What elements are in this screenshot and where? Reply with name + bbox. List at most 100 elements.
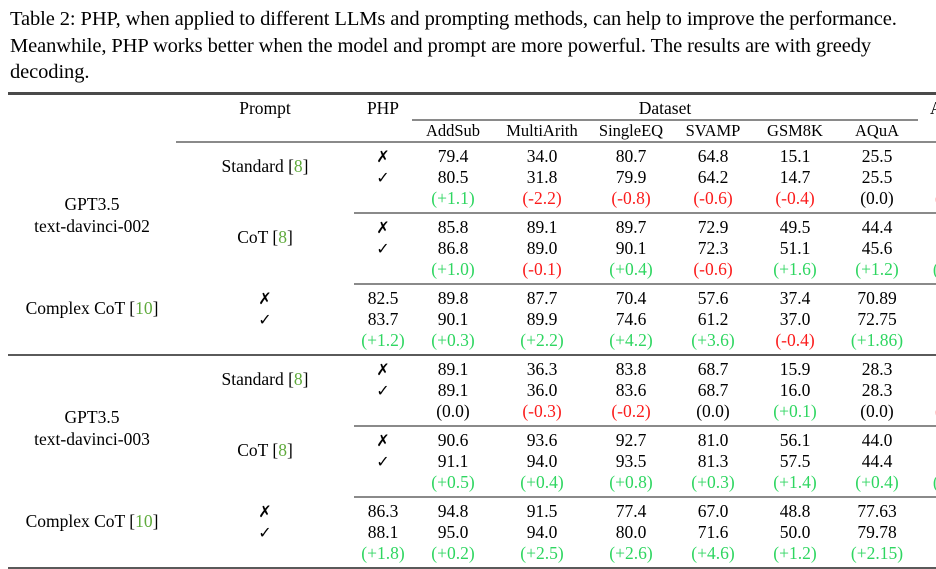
bottomrule — [8, 566, 936, 569]
baseline-value: 87.7 — [526, 287, 558, 308]
php-value: 94.0 — [526, 521, 558, 542]
table-figure: Table 2: PHP, when applied to different … — [0, 0, 936, 569]
citation-number[interactable]: 8 — [294, 369, 303, 389]
delta-value: (+0.4) — [520, 471, 564, 492]
header-dataset-group: Dataset — [638, 97, 692, 118]
php-value: 31.8 — [526, 166, 558, 187]
baseline-average: 71.89 — [918, 217, 936, 238]
php-average: 79.78 — [857, 521, 897, 542]
delta-value: (-0.1) — [522, 258, 562, 279]
baseline-value: 80.7 — [615, 145, 647, 166]
php-value: 64.2 — [697, 166, 729, 187]
model-label: GPT3.5 text-davinci-002 — [8, 146, 176, 285]
php-average: 49.43 — [918, 167, 936, 188]
delta-value: (+0.8) — [609, 471, 653, 492]
delta-value: (+1.2) — [361, 329, 405, 350]
prompt-label: CoT [8] — [237, 227, 293, 247]
baseline-value: 48.8 — [779, 500, 811, 521]
citation-number[interactable]: 10 — [135, 511, 153, 531]
php-average: 72.48 — [918, 238, 936, 259]
prompt-label: Standard [8] — [221, 156, 309, 176]
delta-value: (0.0) — [436, 400, 470, 421]
php-value: 89.9 — [526, 308, 558, 329]
check-icon: ✓ — [376, 380, 390, 400]
cross-icon: ✗ — [376, 217, 390, 237]
php-value: 72.3 — [697, 237, 729, 258]
table-row: (+1.2) (+0.3) (+2.2) (+4.2) (+3.6) (-0.4) (+1.… — [8, 330, 936, 351]
delta-average: (+0.59) — [918, 259, 936, 280]
delta-value: (+4.2) — [609, 329, 653, 350]
php-value: 86.8 — [437, 237, 469, 258]
baseline-value: 34.0 — [526, 145, 558, 166]
delta-average: (+1.86) — [850, 329, 904, 350]
baseline-average: 77.63 — [857, 500, 897, 521]
php-value: 25.5 — [861, 166, 893, 187]
php-on-icon: ✓ — [354, 451, 412, 472]
baseline-value: 93.6 — [526, 429, 558, 450]
header-dataset-singleeq: SingleEQ — [598, 120, 664, 140]
results-table: Prompt PHP Dataset Average AddSub MultiArith S… — [8, 91, 936, 569]
delta-value: (+2.5) — [520, 542, 564, 563]
delta-value: (0.0) — [860, 187, 894, 208]
php-value: 80.5 — [437, 166, 469, 187]
delta-value: (-0.6) — [693, 258, 733, 279]
header-model-blank2 — [8, 121, 176, 141]
baseline-value: 72.9 — [697, 216, 729, 237]
delta-average: (+0.63) — [918, 472, 936, 493]
cross-icon: ✗ — [376, 430, 390, 450]
delta-value: (+0.4) — [609, 258, 653, 279]
php-off-icon: ✗ — [176, 288, 354, 309]
php-on-icon: ✓ — [354, 167, 412, 188]
php-value: 71.6 — [697, 521, 729, 542]
delta-value: (-0.2) — [611, 400, 651, 421]
delta-value: (+1.2) — [855, 258, 899, 279]
citation-number[interactable]: 8 — [294, 156, 303, 176]
baseline-value: 37.4 — [779, 287, 811, 308]
baseline-value: 77.4 — [615, 500, 647, 521]
delta-value: (+0.1) — [773, 400, 817, 421]
baseline-value: 79.4 — [437, 145, 469, 166]
baseline-average: 76.33 — [918, 430, 936, 451]
baseline-value: 70.4 — [615, 287, 647, 308]
baseline-value: 85.8 — [437, 216, 469, 237]
php-off-icon: ✗ — [354, 146, 412, 167]
citation-number[interactable]: 10 — [135, 298, 153, 318]
php-value: 68.7 — [697, 379, 729, 400]
delta-value: (+1.6) — [773, 258, 817, 279]
check-icon: ✓ — [258, 522, 272, 542]
delta-value: (-0.3) — [522, 400, 562, 421]
php-on-icon: ✓ — [354, 238, 412, 259]
model-name-line1: GPT3.5 — [64, 407, 120, 427]
citation-number[interactable]: 8 — [278, 440, 287, 460]
php-on-icon: ✓ — [176, 522, 354, 543]
delta-value: (-0.4) — [775, 329, 815, 350]
delta-average: (-0.07) — [918, 401, 936, 422]
check-icon: ✓ — [376, 167, 390, 187]
php-value: 28.3 — [861, 379, 893, 400]
php-average: 76.96 — [918, 451, 936, 472]
bottomrule-row — [8, 566, 936, 569]
citation-number[interactable]: 8 — [278, 227, 287, 247]
baseline-value: 56.1 — [779, 429, 811, 450]
prompt-label: CoT [8] — [237, 440, 293, 460]
php-value: 14.7 — [779, 166, 811, 187]
baseline-value: 94.8 — [437, 500, 469, 521]
cross-icon: ✗ — [376, 146, 390, 166]
php-value: 95.0 — [437, 521, 469, 542]
prompt-label: Complex CoT [10] — [25, 511, 159, 531]
php-value: 50.0 — [779, 521, 811, 542]
php-off-icon: ✗ — [354, 430, 412, 451]
php-value: 89.1 — [437, 379, 469, 400]
delta-value: (0.0) — [860, 400, 894, 421]
baseline-value: 83.8 — [615, 358, 647, 379]
header-dataset-gsm8k: GSM8K — [767, 120, 823, 140]
baseline-value: 89.1 — [526, 216, 558, 237]
header-dataset-addsub: AddSub — [425, 120, 481, 140]
php-value: 81.3 — [697, 450, 729, 471]
delta-value: (+4.6) — [691, 542, 735, 563]
header-row-datasets: AddSub MultiArith SingleEQ SVAMP GSM8K AQuA — [8, 121, 936, 141]
php-value: 90.1 — [615, 237, 647, 258]
php-off-icon: ✗ — [354, 359, 412, 380]
header-model-blank — [8, 98, 176, 119]
php-value: 61.2 — [697, 308, 729, 329]
